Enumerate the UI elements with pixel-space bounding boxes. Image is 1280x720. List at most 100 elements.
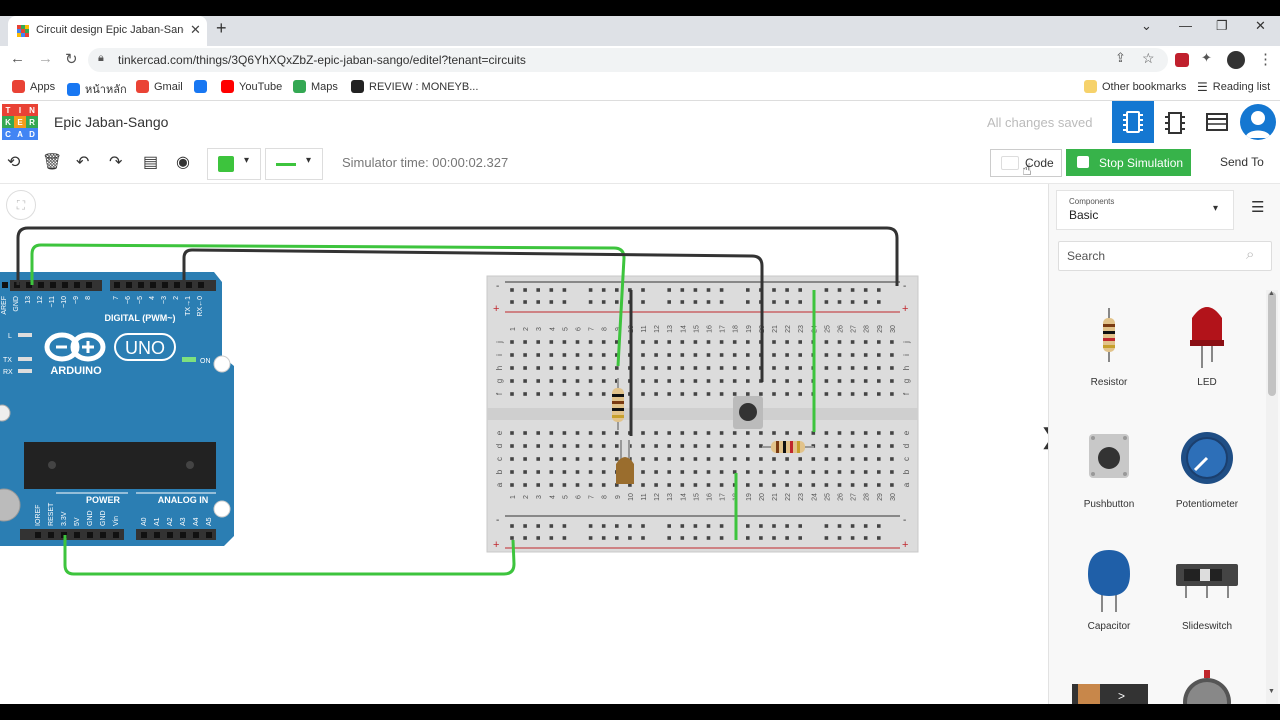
breadboard-hole[interactable] bbox=[890, 392, 894, 396]
breadboard-hole[interactable] bbox=[667, 483, 671, 487]
breadboard-hole[interactable] bbox=[824, 483, 829, 487]
redo-icon[interactable]: ↷ bbox=[109, 152, 122, 172]
breadboard-hole[interactable] bbox=[575, 353, 580, 357]
header-pin[interactable] bbox=[74, 282, 80, 288]
bookmark-item[interactable]: Gmail bbox=[136, 80, 183, 93]
breadboard-hole[interactable] bbox=[575, 366, 580, 370]
breadboard-hole[interactable] bbox=[759, 392, 763, 396]
breadboard-hole[interactable] bbox=[549, 431, 554, 435]
breadboard-hole[interactable] bbox=[601, 444, 606, 448]
breadboard-hole[interactable] bbox=[588, 340, 593, 344]
breadboard-hole[interactable] bbox=[837, 366, 842, 370]
breadboard-hole[interactable] bbox=[641, 536, 645, 540]
breadboard-hole[interactable] bbox=[719, 300, 724, 304]
breadboard-hole[interactable] bbox=[588, 288, 593, 292]
breadboard-hole[interactable] bbox=[837, 536, 842, 540]
breadboard-hole[interactable] bbox=[746, 340, 750, 344]
extensions-puzzle-icon[interactable]: ✦ bbox=[1201, 50, 1212, 66]
breadboard-hole[interactable] bbox=[746, 288, 750, 292]
back-icon[interactable]: ← bbox=[10, 50, 25, 67]
breadboard-hole[interactable] bbox=[615, 444, 619, 448]
breadboard-hole[interactable] bbox=[680, 288, 685, 292]
breadboard-hole[interactable] bbox=[798, 457, 802, 461]
breadboard-hole[interactable] bbox=[523, 524, 527, 528]
header-pin[interactable] bbox=[50, 282, 56, 288]
breadboard-hole[interactable] bbox=[510, 353, 514, 357]
breadboard-hole[interactable] bbox=[706, 524, 711, 528]
header-pin[interactable] bbox=[150, 282, 156, 288]
breadboard-hole[interactable] bbox=[863, 431, 868, 435]
breadboard-hole[interactable] bbox=[863, 457, 868, 461]
breadboard-hole[interactable] bbox=[785, 483, 789, 487]
header-pin[interactable] bbox=[2, 282, 8, 288]
header-pin[interactable] bbox=[167, 532, 173, 538]
breadboard-hole[interactable] bbox=[562, 483, 567, 487]
breadboard-hole[interactable] bbox=[588, 536, 593, 540]
breadboard-hole[interactable] bbox=[641, 353, 645, 357]
arduino-board[interactable]: UNO ARDUINO DIGITAL (PWM~) POWER ANALOG … bbox=[0, 272, 234, 546]
breadboard-hole[interactable] bbox=[523, 457, 527, 461]
breadboard-hole[interactable] bbox=[706, 457, 711, 461]
breadboard-hole[interactable] bbox=[785, 340, 789, 344]
breadboard-hole[interactable] bbox=[641, 288, 645, 292]
breadboard-hole[interactable] bbox=[523, 379, 527, 383]
breadboard-hole[interactable] bbox=[785, 536, 789, 540]
breadboard-hole[interactable] bbox=[772, 431, 776, 435]
header-pin[interactable] bbox=[186, 282, 192, 288]
header-pin[interactable] bbox=[154, 532, 160, 538]
breadboard-hole[interactable] bbox=[693, 536, 698, 540]
breadboard-hole[interactable] bbox=[890, 470, 894, 474]
profile-avatar[interactable] bbox=[1227, 51, 1245, 69]
breadboard-hole[interactable] bbox=[772, 379, 776, 383]
breadboard-hole[interactable] bbox=[667, 470, 671, 474]
component-tile-resistor[interactable]: Resistor bbox=[1064, 300, 1154, 388]
breadboard-hole[interactable] bbox=[850, 444, 855, 448]
breadboard-hole[interactable] bbox=[824, 524, 829, 528]
stop-simulation-button[interactable]: Stop Simulation bbox=[1066, 149, 1191, 176]
header-pin[interactable] bbox=[138, 282, 144, 288]
bookmark-star-icon[interactable]: ☆ bbox=[1142, 50, 1155, 67]
breadboard-hole[interactable] bbox=[523, 340, 527, 344]
breadboard-hole[interactable] bbox=[588, 444, 593, 448]
forward-icon[interactable]: → bbox=[38, 50, 53, 67]
breadboard-hole[interactable] bbox=[693, 524, 698, 528]
breadboard-hole[interactable] bbox=[601, 470, 606, 474]
breadboard-hole[interactable] bbox=[654, 457, 658, 461]
header-pin[interactable] bbox=[113, 532, 119, 538]
bookmark-item[interactable]: REVIEW : MONEYB... bbox=[351, 80, 478, 93]
breadboard-hole[interactable] bbox=[837, 457, 842, 461]
breadboard-hole[interactable] bbox=[706, 483, 711, 487]
breadboard-hole[interactable] bbox=[654, 392, 658, 396]
breadboard-hole[interactable] bbox=[785, 392, 789, 396]
header-pin[interactable] bbox=[100, 532, 106, 538]
breadboard-hole[interactable] bbox=[562, 340, 567, 344]
breadboard-hole[interactable] bbox=[510, 379, 514, 383]
minimize-icon[interactable]: — bbox=[1179, 18, 1192, 33]
breadboard-hole[interactable] bbox=[667, 300, 671, 304]
breadboard-hole[interactable] bbox=[588, 300, 593, 304]
breadboard-hole[interactable] bbox=[863, 392, 868, 396]
breadboard-hole[interactable] bbox=[719, 379, 724, 383]
breadboard-hole[interactable] bbox=[785, 470, 789, 474]
breadboard-hole[interactable] bbox=[798, 431, 802, 435]
breadboard-hole[interactable] bbox=[746, 431, 750, 435]
breadboard-hole[interactable] bbox=[850, 457, 855, 461]
notes-icon[interactable]: ▤ bbox=[143, 152, 158, 172]
breadboard-hole[interactable] bbox=[654, 340, 658, 344]
breadboard-hole[interactable] bbox=[654, 483, 658, 487]
breadboard-hole[interactable] bbox=[562, 392, 567, 396]
share-icon[interactable]: ⇪ bbox=[1115, 50, 1126, 66]
breadboard-hole[interactable] bbox=[562, 470, 567, 474]
breadboard-hole[interactable] bbox=[667, 457, 671, 461]
breadboard-hole[interactable] bbox=[510, 483, 514, 487]
breadboard-hole[interactable] bbox=[575, 340, 580, 344]
breadboard-hole[interactable] bbox=[772, 300, 776, 304]
breadboard-hole[interactable] bbox=[601, 340, 606, 344]
breadboard-hole[interactable] bbox=[510, 300, 514, 304]
breadboard-hole[interactable] bbox=[680, 379, 685, 383]
breadboard-hole[interactable] bbox=[575, 392, 580, 396]
breadboard-hole[interactable] bbox=[850, 431, 855, 435]
breadboard-hole[interactable] bbox=[890, 366, 894, 370]
component-tile-slideswitch[interactable]: Slideswitch bbox=[1162, 544, 1252, 632]
breadboard-hole[interactable] bbox=[601, 366, 606, 370]
